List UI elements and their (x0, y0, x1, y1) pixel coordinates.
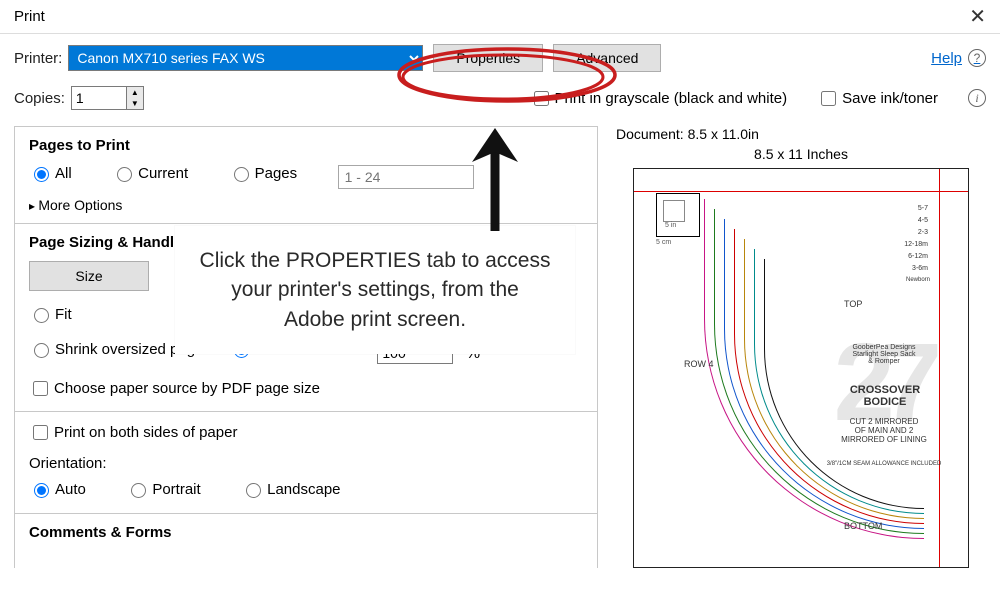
pages-range-input[interactable] (338, 165, 474, 189)
advanced-button[interactable]: Advanced (553, 44, 661, 72)
help-icon: ? (968, 49, 986, 67)
pages-all-radio[interactable]: All (29, 164, 72, 182)
guide-line (939, 169, 940, 567)
paper-source-checkbox[interactable]: Choose paper source by PDF page size (29, 378, 320, 399)
spinner-up-icon[interactable]: ▲ (127, 87, 143, 98)
preview-panel: Document: 8.5 x 11.0in 8.5 x 11 Inches 5… (616, 126, 986, 568)
title-bar: Print ✕ (0, 0, 1000, 34)
orientation-label: Orientation: (29, 455, 583, 472)
grayscale-checkbox[interactable]: Print in grayscale (black and white) (530, 88, 788, 109)
spinner-down-icon[interactable]: ▼ (127, 98, 143, 109)
orientation-landscape-radio[interactable]: Landscape (241, 480, 340, 498)
orientation-auto-radio[interactable]: Auto (29, 480, 86, 498)
page-size-label: 8.5 x 11 Inches (616, 146, 986, 162)
both-sides-checkbox[interactable]: Print on both sides of paper (29, 422, 237, 443)
copies-row: Copies: ▲ ▼ Print in grayscale (black an… (14, 86, 986, 110)
orientation-portrait-radio[interactable]: Portrait (126, 480, 200, 498)
guide-line (634, 191, 968, 192)
pages-to-print-section: Pages to Print All Current Pages More Op… (15, 127, 597, 224)
printer-row: Printer: Canon MX710 series FAX WS Prope… (14, 44, 986, 72)
pages-range-radio[interactable]: Pages (229, 164, 298, 182)
save-ink-checkbox[interactable]: Save ink/toner (817, 88, 938, 109)
duplex-section: Print on both sides of paper Orientation… (15, 412, 597, 514)
annotation-callout: Click the PROPERTIES tab to access your … (175, 226, 575, 354)
help-link[interactable]: Help ? (931, 49, 986, 67)
more-options-toggle[interactable]: More Options (29, 197, 583, 213)
copies-spinner[interactable]: ▲ ▼ (126, 86, 144, 110)
pages-current-radio[interactable]: Current (112, 164, 188, 182)
copies-label: Copies: (14, 90, 65, 107)
copies-input[interactable] (71, 86, 127, 110)
printer-label: Printer: (14, 50, 62, 67)
page-preview: 5 in 5 cm 27 5-7 4-5 2-3 12-18m 6-12m 3-… (633, 168, 969, 568)
comments-section: Comments & Forms (15, 514, 597, 561)
properties-button[interactable]: Properties (433, 44, 543, 72)
document-info: Document: 8.5 x 11.0in (616, 126, 986, 142)
window-title: Print (14, 8, 45, 25)
comments-heading: Comments & Forms (29, 524, 583, 541)
close-icon[interactable]: ✕ (969, 4, 986, 29)
pages-heading: Pages to Print (29, 137, 583, 154)
fit-radio[interactable]: Fit (29, 305, 72, 323)
info-icon[interactable]: i (968, 89, 986, 107)
size-button[interactable]: Size (29, 261, 149, 291)
scale-box-icon: 5 in (656, 193, 700, 237)
printer-select[interactable]: Canon MX710 series FAX WS (68, 45, 423, 71)
